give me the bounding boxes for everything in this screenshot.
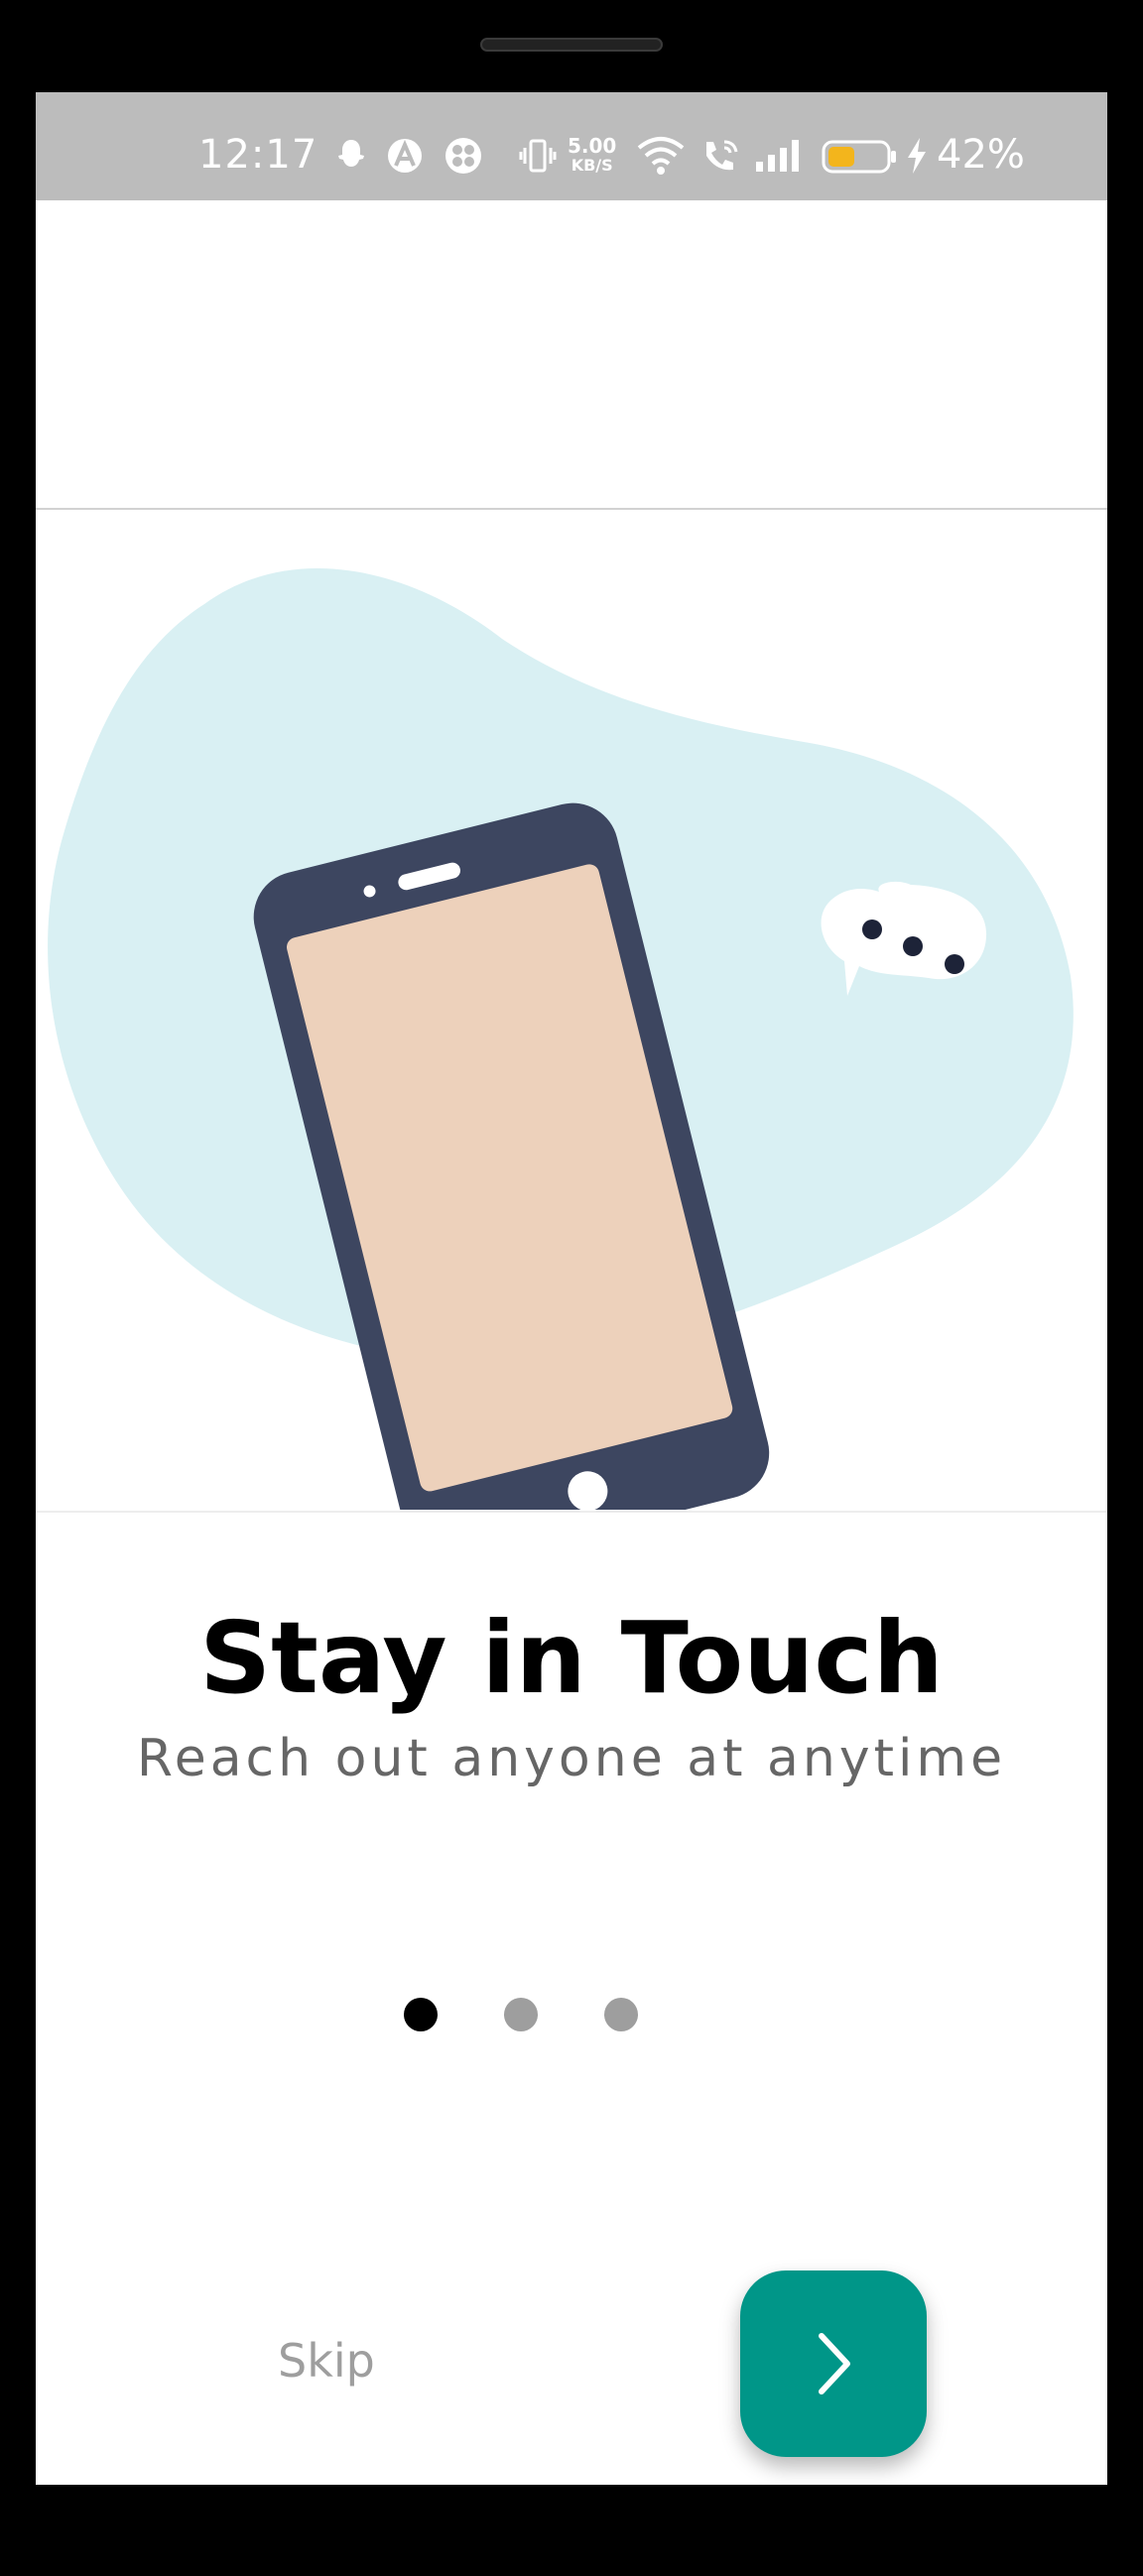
status-bar: 12:17 5.00 KB/S 42% <box>36 92 1107 200</box>
onboarding-title: Stay in Touch <box>199 1600 944 1716</box>
page-dot-2[interactable] <box>504 1998 538 2031</box>
device-frame: 12:17 5.00 KB/S 42% Stay in Touch Reach … <box>0 0 1143 2576</box>
page-indicator <box>36 1998 1107 2037</box>
app-bar <box>36 200 1107 510</box>
page-dot-3[interactable] <box>604 1998 638 2031</box>
page-dot-1[interactable] <box>404 1998 438 2031</box>
wifi-icon <box>637 137 685 175</box>
next-button[interactable] <box>740 2270 927 2457</box>
network-speed-value: 5.00 <box>568 134 617 158</box>
onboarding-subtitle: Reach out anyone at anytime <box>136 1729 1007 1788</box>
skip-button[interactable]: Skip <box>278 2334 375 2388</box>
signal-icon <box>756 140 799 172</box>
content-divider <box>36 1511 1107 1513</box>
battery-icon <box>822 140 896 174</box>
chat-dot-2 <box>903 936 923 956</box>
chat-dot-1 <box>862 920 882 939</box>
battery-percent: 42% <box>937 132 1025 178</box>
arc-icon <box>388 139 422 173</box>
phone-screen: 12:17 5.00 KB/S 42% Stay in Touch Reach … <box>36 92 1107 2485</box>
chevron-right-icon <box>819 2333 850 2394</box>
status-time: 12:17 <box>198 132 318 178</box>
snapchat-icon <box>338 140 364 167</box>
vibrate-icon <box>519 139 557 173</box>
earpiece-speaker <box>480 38 663 52</box>
chat-dot-3 <box>945 954 964 974</box>
app-icon <box>445 138 481 174</box>
wifi-call-icon <box>706 140 738 171</box>
network-speed: 5.00 KB/S <box>568 136 616 176</box>
network-speed-unit: KB/S <box>571 156 613 175</box>
phone-chat-illustration <box>48 568 1074 1510</box>
charging-icon <box>908 138 926 174</box>
